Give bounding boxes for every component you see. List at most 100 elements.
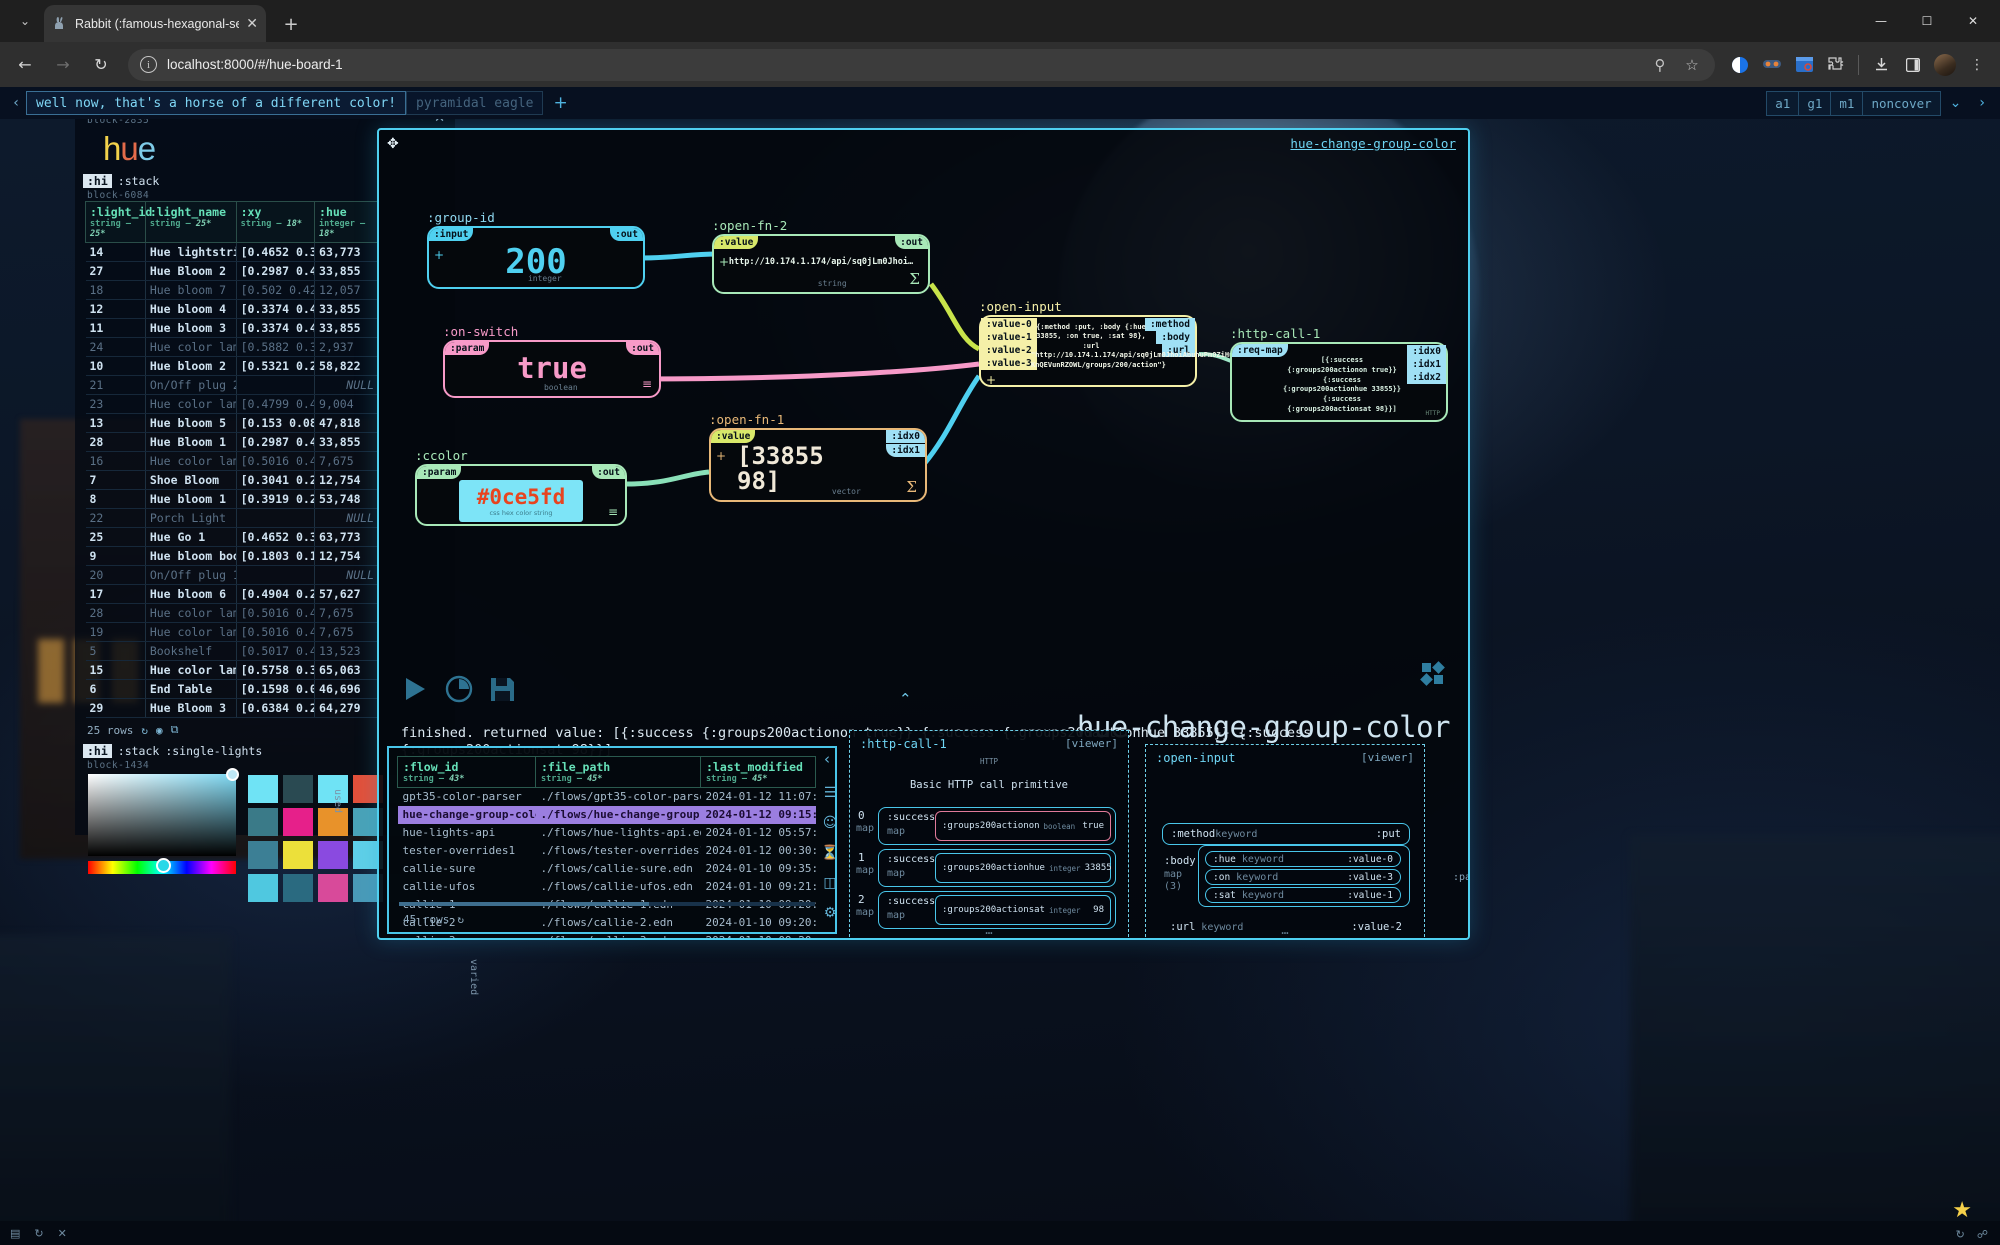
port-value-2[interactable]: :value-2 <box>981 344 1037 357</box>
port-value-1[interactable]: :value-1 <box>981 331 1037 344</box>
color-picker[interactable] <box>88 768 239 874</box>
table-row[interactable]: 5Bookshelf[0.5017 0.4152]13,523 <box>85 641 379 661</box>
color-swatch[interactable] <box>248 841 278 869</box>
ccolor-swatch[interactable]: #0ce5fd css hex color string <box>459 480 583 522</box>
port-value-0[interactable]: :value-0 <box>981 318 1037 331</box>
list-icon[interactable]: ☰ <box>824 785 837 801</box>
extension-window-icon[interactable] <box>1789 50 1819 80</box>
new-tab-button[interactable]: + <box>278 11 304 37</box>
board-filter-g1[interactable]: g1 <box>1798 90 1832 116</box>
close-icon-2[interactable]: ✕ <box>58 1227 67 1240</box>
table-row[interactable]: 12Hue bloom 4[0.3374 0.435633,855 <box>85 299 379 319</box>
back-button[interactable]: ← <box>8 48 42 82</box>
port-method[interactable]: :method <box>1144 318 1195 331</box>
viewer-row-method[interactable]: :method keyword :put <box>1162 823 1410 845</box>
file-column-header-file_path[interactable]: :file_path string – 45* <box>535 756 701 788</box>
node-open-fn-1[interactable]: :value :idx0 :idx1 + [33855 98] vector Σ <box>709 428 927 502</box>
file-table-row[interactable]: gpt35-color-parser ./flows/gpt35-color-pa… <box>398 788 816 806</box>
color-picker-saturation-area[interactable] <box>88 768 239 856</box>
maximize-button[interactable]: ☐ <box>1904 0 1950 42</box>
port-out-4[interactable]: :out <box>592 466 625 479</box>
port-input[interactable]: :input <box>429 228 474 241</box>
color-swatch[interactable] <box>248 874 278 902</box>
board-next-chevron-icon[interactable]: › <box>1970 95 1994 111</box>
tab-search-chevron-icon[interactable]: ⌄ <box>8 6 42 36</box>
node-group-id[interactable]: :input :out + 200 integer <box>427 226 645 289</box>
table-row[interactable]: 16Hue color lamp[0.5016 0.4151]7,675 <box>85 451 379 471</box>
minimize-button[interactable]: — <box>1858 0 1904 42</box>
viewer-row-on[interactable]: :on keyword :value-3 <box>1205 869 1401 885</box>
port-idx2[interactable]: :idx2 <box>1407 371 1446 384</box>
color-picker-knob[interactable] <box>226 768 239 781</box>
bookmark-star-icon[interactable]: ☆ <box>1681 56 1703 74</box>
port-body[interactable]: :body <box>1156 331 1195 344</box>
file-table-row[interactable]: tester-overrides1 ./flows/tester-override… <box>398 842 816 860</box>
table-row[interactable]: 6End Table[0.1598 0.068746,696 <box>85 679 379 699</box>
board-filter-m1[interactable]: m1 <box>1830 90 1864 116</box>
viewer-row-sat[interactable]: :sat keyword :value-1 <box>1205 887 1401 903</box>
side-panel-icon[interactable] <box>1898 50 1928 80</box>
color-picker-hue-knob[interactable] <box>156 858 171 873</box>
file-column-header-flow_id[interactable]: :flow_id string – 43* <box>397 756 536 788</box>
port-param-2[interactable]: :param <box>417 466 462 479</box>
table-row[interactable]: 25Hue Go 1[0.4652 0.34663,773 <box>85 527 379 547</box>
board-filter-noncover[interactable]: noncover <box>1862 90 1941 116</box>
color-swatch[interactable] <box>248 775 278 803</box>
extension-goggles-icon[interactable] <box>1757 50 1787 80</box>
column-header-light_name[interactable]: :light_name string – 25* <box>144 201 237 243</box>
board-tab-secondary[interactable]: pyramidal eagle <box>406 91 544 115</box>
color-swatch[interactable] <box>318 841 348 869</box>
table-row[interactable]: 28Hue Bloom 1[0.2987 0.40433,855 <box>85 432 379 452</box>
extension-blue-circle-icon[interactable] <box>1725 50 1755 80</box>
table-row[interactable]: 18Hue bloom 7[0.502 0.420412,057 <box>85 280 379 300</box>
column-header-xy[interactable]: :xy string – 18* <box>235 201 316 243</box>
chrome-menu-icon[interactable]: ⋮ <box>1962 50 1992 80</box>
table-row[interactable]: 17Hue bloom 6[0.4904 0.275257,627 <box>85 584 379 604</box>
table-row[interactable]: 7Shoe Bloom[0.3041 0.236612,754 <box>85 470 379 490</box>
color-swatch[interactable] <box>283 775 313 803</box>
run-button[interactable] <box>401 675 429 709</box>
file-column-header-last_modified[interactable]: :last_modified string – 45* <box>700 756 816 788</box>
viewer-item-inner[interactable]: :groups200actionsat integer 98 <box>935 895 1111 925</box>
file-table-row[interactable]: callie-ufos ./flows/callie-ufos.edn 2024-0… <box>398 878 816 896</box>
color-swatch[interactable] <box>318 874 348 902</box>
flow-canvas[interactable]: :group-id :input :out + 200 integer :ope… <box>379 154 1468 654</box>
column-header-light_id[interactable]: :light_id string – 25* <box>85 201 152 243</box>
node-on-switch[interactable]: :param :out true boolean ≡ <box>443 340 661 398</box>
color-swatch[interactable] <box>283 841 313 869</box>
forward-button[interactable]: → <box>46 48 80 82</box>
eye-icon[interactable]: ◉ <box>156 724 163 737</box>
file-refresh-icon[interactable]: ↻ <box>457 913 464 926</box>
table-row[interactable]: 19Hue color lamp[0.5016 0.4151]7,675 <box>85 622 379 642</box>
refresh-icon-2[interactable]: ↻ <box>34 1227 43 1240</box>
port-value-3[interactable]: :value-3 <box>981 357 1037 370</box>
port-out-2[interactable]: :out <box>895 236 928 249</box>
node-ccolor[interactable]: :param :out #0ce5fd css hex color string… <box>415 464 627 526</box>
port-out[interactable]: :out <box>610 228 643 241</box>
avatar[interactable] <box>1930 50 1960 80</box>
table-row[interactable]: 11Hue bloom 3[0.3374 0.435633,855 <box>85 318 379 338</box>
table-row[interactable]: 24Hue color lamp[0.5882 0.35722,937 <box>85 337 379 357</box>
port-idx0[interactable]: :idx0 <box>886 430 925 443</box>
downloads-icon[interactable] <box>1866 50 1896 80</box>
sliders-icon[interactable]: ≡ <box>642 377 652 391</box>
terminal-icon[interactable]: ▤ <box>10 1227 20 1240</box>
save-button[interactable] <box>489 676 516 709</box>
color-swatch[interactable] <box>283 808 313 836</box>
people-icon[interactable]: ☺ <box>823 815 838 831</box>
refresh-icon[interactable]: ↻ <box>141 724 148 737</box>
file-table-row[interactable]: callie-3./flows/callie-3.edn2024-01-10 0… <box>398 932 816 938</box>
bookmark-star-yellow-icon[interactable]: ★ <box>1952 1198 1972 1223</box>
board-prev-icon[interactable]: ‹ <box>6 95 26 111</box>
file-table-scrollbar[interactable] <box>399 902 815 906</box>
viewer-left-more[interactable]: … <box>850 923 1128 937</box>
table-row[interactable]: 14Hue lightstrip p[0.4652 0.34663,773 <box>85 242 379 262</box>
gear-icon[interactable]: ⚙ <box>824 905 837 921</box>
board-menu-chevron-down-icon[interactable]: ⌄ <box>1941 95 1971 111</box>
node-http-call-1[interactable]: :req-map :idx0 :idx1 :idx2 [{:success {:… <box>1230 342 1448 422</box>
viewer-row-hue[interactable]: :hue keyword :value-0 <box>1205 851 1401 867</box>
table-row[interactable]: 20 On/Off plug 1 NULL <box>85 565 379 585</box>
sliders-icon-2[interactable]: ≡ <box>608 505 618 519</box>
extensions-puzzle-icon[interactable] <box>1821 50 1851 80</box>
table-row[interactable]: 10Hue bloom 2[0.5321 0.288258,822 <box>85 356 379 376</box>
